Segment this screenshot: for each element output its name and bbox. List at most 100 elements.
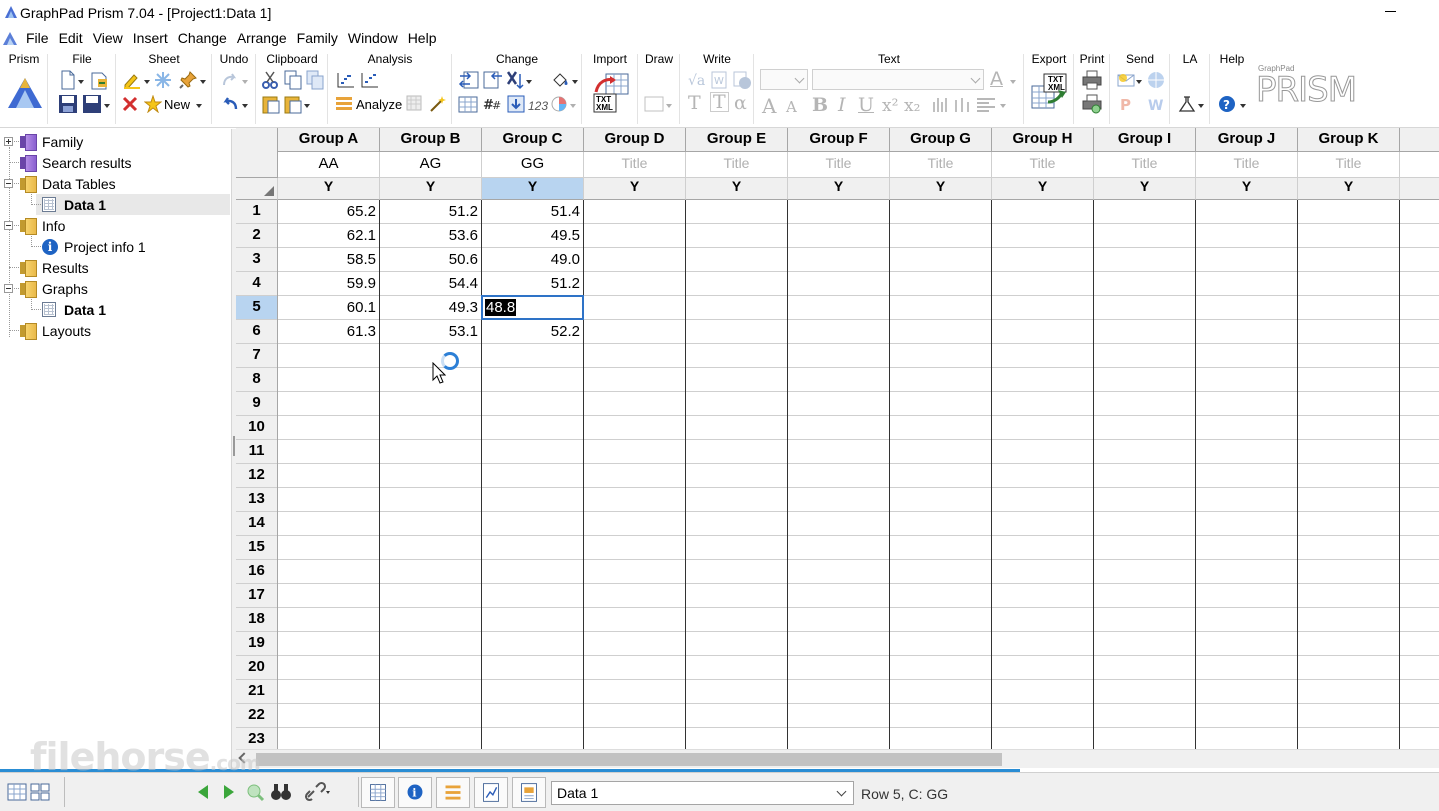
table-cell[interactable] bbox=[992, 440, 1094, 464]
table-cell[interactable] bbox=[1298, 584, 1400, 608]
table-cell[interactable] bbox=[890, 488, 992, 512]
table-cell[interactable] bbox=[278, 632, 380, 656]
table-cell[interactable] bbox=[1298, 200, 1400, 224]
select-all-triangle-icon[interactable] bbox=[264, 186, 274, 196]
column-header[interactable]: Group A bbox=[278, 128, 380, 152]
color-scheme-dropdown-icon[interactable] bbox=[570, 104, 576, 108]
align-dropdown-icon[interactable] bbox=[1000, 104, 1006, 108]
table-cell[interactable] bbox=[1094, 248, 1196, 272]
table-cell[interactable] bbox=[788, 248, 890, 272]
underline-icon[interactable]: U bbox=[858, 94, 874, 116]
align-text-icon[interactable] bbox=[976, 98, 996, 112]
table-cell[interactable] bbox=[1094, 488, 1196, 512]
table-cell[interactable] bbox=[1196, 632, 1298, 656]
table-cell[interactable] bbox=[686, 488, 788, 512]
table-cell[interactable] bbox=[788, 536, 890, 560]
cut-icon[interactable] bbox=[262, 71, 278, 89]
table-cell[interactable] bbox=[278, 368, 380, 392]
table-cell[interactable] bbox=[1400, 512, 1439, 536]
link-icon[interactable] bbox=[300, 777, 334, 808]
column-header[interactable]: Group E bbox=[686, 128, 788, 152]
la-dropdown-icon[interactable] bbox=[1198, 104, 1204, 108]
table-cell[interactable] bbox=[482, 440, 584, 464]
navigator-item-project-info-1[interactable]: i Project info 1 bbox=[0, 236, 230, 257]
table-cell[interactable] bbox=[1196, 224, 1298, 248]
table-cell[interactable] bbox=[482, 560, 584, 584]
table-cell[interactable] bbox=[1196, 656, 1298, 680]
table-cell[interactable] bbox=[1298, 512, 1400, 536]
table-cell[interactable] bbox=[278, 728, 380, 749]
email-dropdown-icon[interactable] bbox=[1136, 80, 1142, 84]
table-cell[interactable] bbox=[890, 728, 992, 749]
table-cell[interactable] bbox=[686, 560, 788, 584]
column-subheader-y[interactable]: Y bbox=[1196, 178, 1298, 200]
prism-menu-icon[interactable] bbox=[6, 74, 44, 112]
table-cell[interactable] bbox=[584, 488, 686, 512]
table-cell[interactable] bbox=[686, 680, 788, 704]
table-cell[interactable] bbox=[1196, 464, 1298, 488]
table-cell[interactable] bbox=[686, 584, 788, 608]
table-cell[interactable] bbox=[1094, 296, 1196, 320]
table-cell[interactable] bbox=[992, 584, 1094, 608]
table-cell[interactable] bbox=[1298, 488, 1400, 512]
table-cell[interactable]: 51.4 bbox=[482, 200, 584, 224]
table-cell[interactable] bbox=[380, 704, 482, 728]
row-number[interactable]: 16 bbox=[236, 560, 278, 584]
column-subheader-y[interactable]: Y bbox=[1298, 178, 1400, 200]
table-cell[interactable] bbox=[1094, 320, 1196, 344]
word-object-icon[interactable]: W bbox=[710, 70, 728, 90]
table-cell[interactable] bbox=[584, 440, 686, 464]
table-cell[interactable] bbox=[686, 728, 788, 749]
table-cell[interactable] bbox=[1400, 608, 1439, 632]
row-number[interactable]: 14 bbox=[236, 512, 278, 536]
column-header[interactable]: Group H bbox=[992, 128, 1094, 152]
column-subheader-y[interactable]: Y bbox=[1094, 178, 1196, 200]
table-cell[interactable] bbox=[278, 416, 380, 440]
table-cell[interactable] bbox=[380, 632, 482, 656]
color-scheme-icon[interactable] bbox=[550, 95, 568, 113]
table-cell[interactable] bbox=[992, 608, 1094, 632]
table-cell[interactable] bbox=[686, 200, 788, 224]
table-cell[interactable] bbox=[1298, 464, 1400, 488]
table-cell[interactable] bbox=[584, 320, 686, 344]
table-cell[interactable] bbox=[992, 416, 1094, 440]
table-cell[interactable] bbox=[380, 656, 482, 680]
xy-analysis-icon[interactable] bbox=[336, 71, 356, 89]
table-cell[interactable] bbox=[584, 704, 686, 728]
table-cell[interactable] bbox=[1094, 512, 1196, 536]
table-cell[interactable] bbox=[584, 344, 686, 368]
table-cell[interactable] bbox=[1298, 608, 1400, 632]
navigator-item-graphs[interactable]: Graphs bbox=[0, 278, 230, 299]
table-cell[interactable]: 53.6 bbox=[380, 224, 482, 248]
table-cell[interactable] bbox=[686, 272, 788, 296]
table-cell[interactable] bbox=[584, 656, 686, 680]
table-cell[interactable]: 51.2 bbox=[380, 200, 482, 224]
table-cell[interactable] bbox=[992, 392, 1094, 416]
shrink-font-icon[interactable]: A bbox=[786, 98, 797, 116]
document-menu-icon[interactable] bbox=[2, 30, 20, 46]
table-cell[interactable] bbox=[686, 344, 788, 368]
word-icon[interactable]: W bbox=[1146, 94, 1166, 114]
table-cell[interactable] bbox=[788, 608, 890, 632]
table-cell[interactable] bbox=[380, 344, 482, 368]
row-number[interactable]: 9 bbox=[236, 392, 278, 416]
table-cell[interactable] bbox=[1400, 584, 1439, 608]
table-cell[interactable] bbox=[890, 296, 992, 320]
table-cell[interactable] bbox=[1196, 512, 1298, 536]
table-cell[interactable] bbox=[380, 368, 482, 392]
row-number[interactable]: 19 bbox=[236, 632, 278, 656]
table-cell[interactable] bbox=[482, 368, 584, 392]
column-subheader-y[interactable]: Y bbox=[584, 178, 686, 200]
table-cell[interactable]: 52.2 bbox=[482, 320, 584, 344]
table-cell[interactable]: 62.1 bbox=[278, 224, 380, 248]
table-cell[interactable] bbox=[584, 536, 686, 560]
transpose-icon[interactable] bbox=[482, 70, 504, 90]
table-cell[interactable] bbox=[686, 224, 788, 248]
table-cell[interactable] bbox=[1400, 272, 1439, 296]
table-cell[interactable] bbox=[992, 656, 1094, 680]
column-title[interactable]: AA bbox=[278, 152, 380, 178]
font-color-icon[interactable]: A bbox=[990, 68, 1003, 90]
numeric-format-glyph[interactable]: 123 bbox=[528, 99, 548, 113]
table-cell[interactable] bbox=[584, 632, 686, 656]
table-cell[interactable] bbox=[890, 440, 992, 464]
